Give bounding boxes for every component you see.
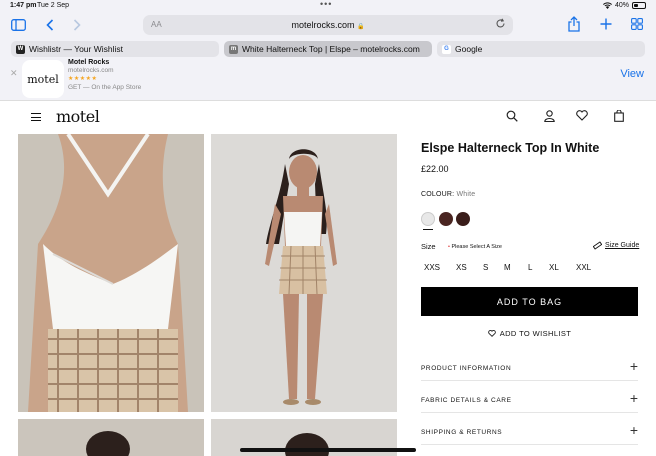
new-tab-icon[interactable] bbox=[600, 18, 612, 30]
account-icon[interactable] bbox=[544, 110, 555, 122]
size-xs[interactable]: XS bbox=[456, 263, 467, 272]
wifi-icon bbox=[602, 2, 612, 9]
banner-title: Motel Rocks bbox=[68, 59, 110, 66]
warning-dot-icon: • bbox=[448, 244, 450, 250]
tab-label: Wishlistr — Your Wishlist bbox=[29, 44, 123, 54]
product-photo-full-length[interactable] bbox=[211, 134, 397, 412]
forward-icon[interactable] bbox=[73, 19, 81, 31]
wishlistr-favicon: W bbox=[16, 44, 25, 54]
heart-icon bbox=[487, 330, 496, 337]
site-logo[interactable]: motel bbox=[56, 107, 100, 126]
battery-percent: 40% bbox=[614, 2, 629, 9]
tabs-overview-icon[interactable] bbox=[631, 18, 643, 30]
close-banner-icon[interactable]: ✕ bbox=[10, 68, 18, 79]
add-to-bag-button[interactable]: ADD TO BAG bbox=[421, 287, 638, 316]
tab-label: Google bbox=[455, 44, 483, 54]
reload-icon[interactable] bbox=[495, 18, 506, 29]
size-s[interactable]: S bbox=[483, 263, 488, 272]
product-photo-closeup[interactable] bbox=[18, 134, 204, 412]
status-right: 40% bbox=[602, 2, 646, 9]
colour-row: COLOUR: White bbox=[421, 191, 475, 198]
google-favicon: G bbox=[442, 44, 451, 54]
tab-wishlistr[interactable]: W Wishlistr — Your Wishlist bbox=[11, 41, 219, 57]
size-guide-link[interactable]: Size Guide bbox=[593, 241, 639, 250]
status-bar: 1:47 pm Tue 2 Sep ••• 40% bbox=[0, 0, 656, 12]
ruler-icon bbox=[593, 241, 602, 250]
share-icon[interactable] bbox=[568, 16, 580, 32]
colour-label: COLOUR: bbox=[421, 191, 455, 198]
banner-get-text: GET — On the App Store bbox=[68, 84, 142, 91]
size-label: Size bbox=[421, 242, 436, 251]
tab-label: White Halterneck Top | Elspe – motelrock… bbox=[242, 44, 420, 54]
size-l[interactable]: L bbox=[528, 263, 532, 272]
back-icon[interactable] bbox=[46, 19, 54, 31]
add-to-wishlist-label: ADD TO WISHLIST bbox=[499, 329, 572, 338]
plus-icon: + bbox=[629, 390, 638, 406]
swatch-dark-brown[interactable] bbox=[456, 212, 470, 226]
plus-icon: + bbox=[629, 358, 638, 374]
product-price: £22.00 bbox=[421, 164, 449, 174]
address-bar[interactable]: AA motelrocks.com 🔒 bbox=[143, 15, 513, 35]
size-xxl[interactable]: XXL bbox=[576, 263, 591, 272]
accordion-label: SHIPPING & RETURNS bbox=[421, 429, 503, 436]
add-to-wishlist-button[interactable]: ADD TO WISHLIST bbox=[421, 329, 638, 338]
product-title: Elspe Halterneck Top In White bbox=[421, 141, 600, 155]
browser-toolbar: AA motelrocks.com 🔒 bbox=[0, 12, 656, 40]
size-guide-text: Size Guide bbox=[605, 242, 640, 249]
menu-icon[interactable] bbox=[31, 113, 41, 124]
wishlist-heart-icon[interactable] bbox=[576, 110, 588, 121]
url-text: motelrocks.com 🔒 bbox=[143, 20, 513, 30]
app-icon-text: motel bbox=[27, 72, 59, 86]
plus-icon: + bbox=[629, 422, 638, 438]
sidebar-icon[interactable] bbox=[11, 19, 26, 31]
selected-swatch-underline bbox=[423, 229, 433, 230]
swatch-white[interactable] bbox=[421, 212, 435, 226]
search-icon[interactable] bbox=[506, 110, 518, 122]
battery-icon bbox=[632, 2, 646, 9]
size-warning: • Please Select A Size bbox=[448, 244, 502, 250]
bag-icon[interactable] bbox=[614, 110, 624, 122]
size-xl[interactable]: XL bbox=[549, 263, 559, 272]
accordion-product-information[interactable]: PRODUCT INFORMATION + bbox=[421, 357, 638, 381]
url-value: motelrocks.com bbox=[291, 20, 355, 30]
motel-favicon: m bbox=[229, 44, 238, 54]
size-warning-text: Please Select A Size bbox=[451, 244, 502, 250]
home-indicator[interactable] bbox=[240, 448, 416, 452]
tab-google[interactable]: G Google bbox=[437, 41, 645, 57]
photo-3-illustration bbox=[18, 419, 204, 456]
tab-bar: W Wishlistr — Your Wishlist m White Halt… bbox=[0, 40, 656, 59]
multitasking-dots[interactable]: ••• bbox=[320, 0, 332, 9]
colour-value: White bbox=[456, 191, 476, 198]
swatch-brown[interactable] bbox=[439, 212, 453, 226]
status-time: 1:47 pm bbox=[10, 2, 37, 9]
photo-full-illustration bbox=[211, 134, 397, 412]
banner-view-button[interactable]: View bbox=[620, 68, 644, 80]
accordion-fabric-details[interactable]: FABRIC DETAILS & CARE + bbox=[421, 389, 638, 413]
tab-motel-product[interactable]: m White Halterneck Top | Elspe – motelro… bbox=[224, 41, 432, 57]
site-header: motel bbox=[0, 101, 656, 133]
size-xxs[interactable]: XXS bbox=[424, 263, 440, 272]
app-icon: motel bbox=[22, 60, 64, 98]
photo-closeup-illustration bbox=[18, 134, 204, 412]
status-date: Tue 2 Sep bbox=[37, 2, 70, 9]
size-m[interactable]: M bbox=[504, 263, 511, 272]
accordion-label: PRODUCT INFORMATION bbox=[421, 365, 512, 372]
accordion-shipping-returns[interactable]: SHIPPING & RETURNS + bbox=[421, 421, 638, 445]
rating-stars: ★★★★★ bbox=[68, 76, 98, 82]
accordion-label: FABRIC DETAILS & CARE bbox=[421, 397, 512, 404]
product-photo-3[interactable] bbox=[18, 419, 204, 456]
banner-subtitle: motelrocks.com bbox=[68, 67, 114, 74]
lock-icon: 🔒 bbox=[357, 24, 365, 30]
smart-app-banner: ✕ motel Motel Rocks motelrocks.com ★★★★★… bbox=[0, 59, 656, 101]
